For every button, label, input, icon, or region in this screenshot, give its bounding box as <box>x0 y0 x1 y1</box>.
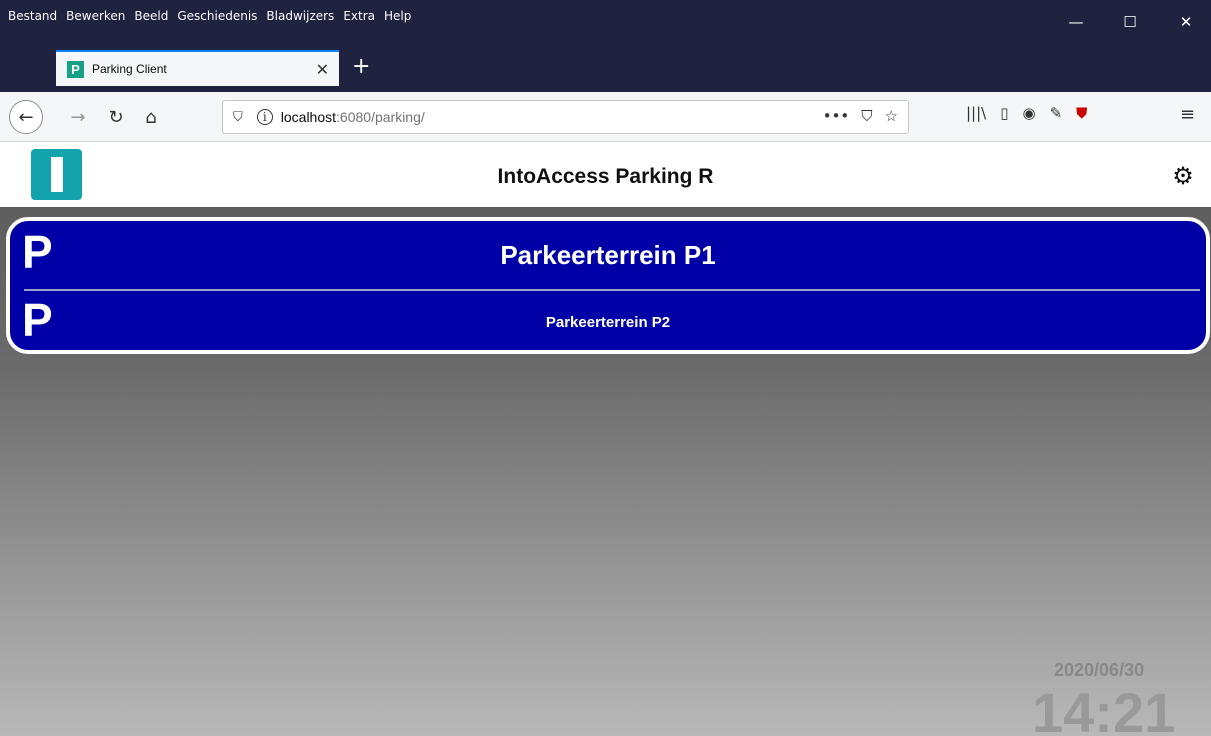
menu-item-help[interactable]: Help <box>384 9 411 23</box>
parking-favicon-icon: P <box>67 60 84 78</box>
time-display: 14:21 <box>1032 681 1176 736</box>
menu-item-bladwijzers[interactable]: Bladwijzers <box>266 9 334 23</box>
menu-item-geschiedenis[interactable]: Geschiedenis <box>177 9 257 23</box>
url-bar[interactable]: ⛉ i localhost:6080/parking/ ••• ⛉ ☆ <box>222 100 909 134</box>
toolbar-icons: |||\ ▯ ◉ ✎ ⛊ <box>966 104 1087 122</box>
url-path: :6080/parking/ <box>336 109 425 125</box>
url-actions: ••• ⛉ ☆ <box>823 107 898 125</box>
parking-icon: P <box>22 226 53 278</box>
menu-item-bestand[interactable]: Bestand <box>8 9 57 23</box>
home-button[interactable]: ⌂ <box>136 102 166 132</box>
shield-icon[interactable]: ⛉ <box>233 110 243 125</box>
url-text[interactable]: localhost:6080/parking/ <box>281 109 425 125</box>
tab-strip: P Parking Client ✕ <box>0 44 1211 92</box>
close-window-button[interactable]: ✕ <box>1164 0 1208 44</box>
menu-bar: Bestand Bewerken Beeld Geschiedenis Blad… <box>0 0 1211 44</box>
parking-list: P Parkeerterrein P1 P Parkeerterrein P2 <box>6 217 1210 354</box>
parking-icon: P <box>22 294 53 346</box>
library-icon[interactable]: |||\ <box>966 104 986 122</box>
hamburger-menu-icon[interactable]: ≡ <box>1180 104 1195 125</box>
ublock-icon[interactable]: ⛊ <box>1076 104 1087 122</box>
url-host: localhost <box>280 109 337 125</box>
sidebar-icon[interactable]: ▯ <box>1000 104 1008 122</box>
account-icon[interactable]: ◉ <box>1022 104 1035 122</box>
parking-lot-p2[interactable]: P Parkeerterrein P2 <box>10 291 1206 350</box>
site-info-icon[interactable]: i <box>256 109 273 125</box>
minimize-button[interactable]: — <box>1054 0 1098 44</box>
back-button[interactable]: ← <box>9 100 43 134</box>
pocket-icon[interactable]: ⛉ <box>861 107 872 125</box>
maximize-button[interactable]: ☐ <box>1108 0 1152 44</box>
menu-item-extra[interactable]: Extra <box>343 9 375 23</box>
tab-parking-client[interactable]: P Parking Client ✕ <box>56 50 339 86</box>
parking-lot-name: Parkeerterrein P2 <box>545 314 671 331</box>
date-display: 2020/06/30 <box>1054 660 1145 680</box>
menu-item-bewerken[interactable]: Bewerken <box>66 9 125 23</box>
gear-icon[interactable]: ⚙ <box>1170 162 1196 190</box>
extension-icon[interactable]: ✎ <box>1050 104 1063 122</box>
parking-lot-p1[interactable]: P Parkeerterrein P1 <box>10 221 1206 289</box>
bookmark-star-icon[interactable]: ☆ <box>885 107 898 125</box>
parking-lot-name: Parkeerterrein P1 <box>500 239 716 270</box>
forward-button[interactable]: → <box>63 102 93 132</box>
page-title: IntoAccess Parking R <box>497 165 714 188</box>
new-tab-button[interactable]: + <box>352 54 370 79</box>
app-header: IntoAccess Parking R ⚙ <box>0 143 1211 207</box>
tab-title: Parking Client <box>92 62 167 76</box>
page-actions-icon[interactable]: ••• <box>823 107 850 125</box>
close-tab-icon[interactable]: ✕ <box>316 60 329 79</box>
menu: Bestand Bewerken Beeld Geschiedenis Blad… <box>8 9 411 23</box>
reload-button[interactable]: ↻ <box>101 102 131 132</box>
main-content: P Parkeerterrein P1 P Parkeerterrein P2 … <box>0 207 1211 736</box>
menu-item-beeld[interactable]: Beeld <box>134 9 168 23</box>
